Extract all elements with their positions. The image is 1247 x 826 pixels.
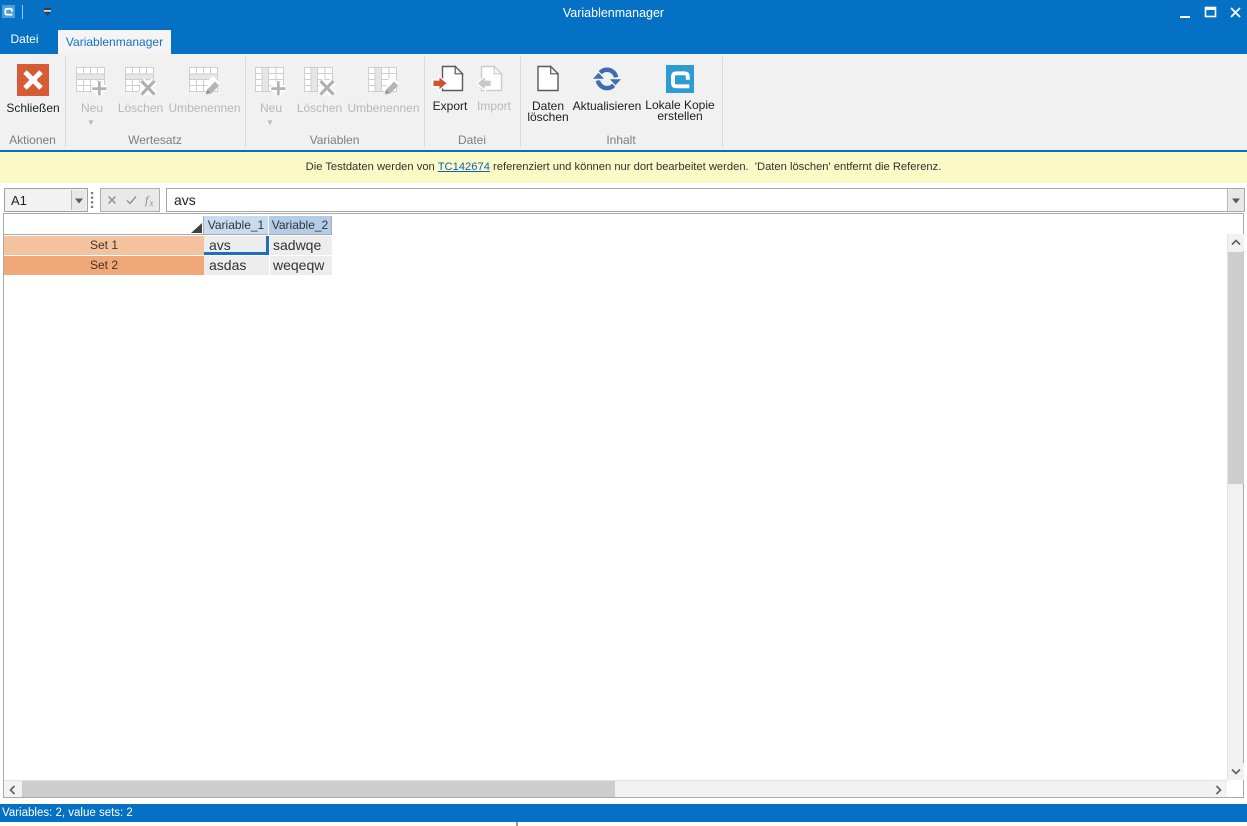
svg-text:x: x [149, 198, 154, 208]
